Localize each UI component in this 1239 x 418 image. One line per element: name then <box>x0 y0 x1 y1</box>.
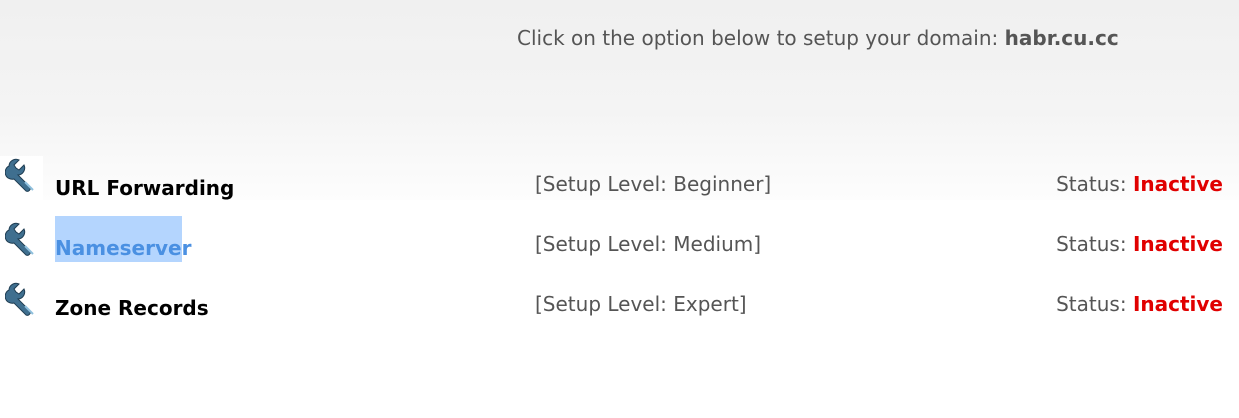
setup-level-label: [Setup Level: Medium] <box>535 232 762 256</box>
setup-level-label: [Setup Level: Expert] <box>535 292 747 316</box>
status-label: Status: <box>1056 292 1133 316</box>
option-row-nameserver[interactable]: Nameserver [Setup Level: Medium] Status:… <box>0 216 1239 272</box>
setup-level-label: [Setup Level: Beginner] <box>535 172 772 196</box>
status-text: Status: Inactive <box>1056 292 1223 316</box>
wrench-icon <box>5 282 34 316</box>
url-forwarding-link[interactable]: URL Forwarding <box>55 176 234 200</box>
status-label: Status: <box>1056 172 1133 196</box>
wrench-icon <box>5 222 34 256</box>
option-row-url-forwarding[interactable]: URL Forwarding [Setup Level: Beginner] S… <box>0 156 1239 212</box>
wrench-icon <box>5 158 34 192</box>
status-badge: Inactive <box>1132 292 1223 316</box>
status-text: Status: Inactive <box>1056 232 1223 256</box>
status-label: Status: <box>1056 232 1133 256</box>
status-badge: Inactive <box>1132 172 1223 196</box>
status-badge: Inactive <box>1132 232 1223 256</box>
intro-text: Click on the option below to setup your … <box>517 26 1005 50</box>
domain-setup-page: Click on the option below to setup your … <box>0 0 1239 418</box>
domain-name: habr.cu.cc <box>1004 26 1119 50</box>
setup-instructions: Click on the option below to setup your … <box>517 26 1119 50</box>
status-text: Status: Inactive <box>1056 172 1223 196</box>
nameserver-link[interactable]: Nameserver <box>55 216 191 262</box>
option-row-zone-records[interactable]: Zone Records [Setup Level: Expert] Statu… <box>0 276 1239 332</box>
zone-records-link[interactable]: Zone Records <box>55 296 209 320</box>
